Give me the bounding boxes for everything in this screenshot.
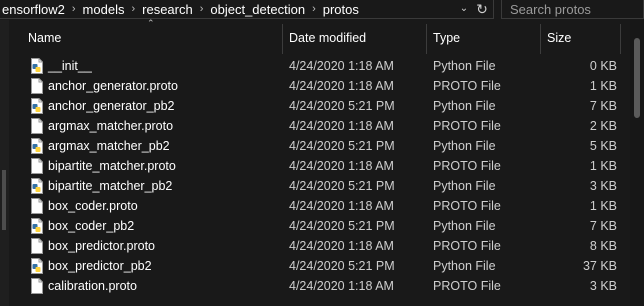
- python-file-icon: [31, 178, 43, 194]
- chevron-down-icon[interactable]: ⌄: [458, 3, 470, 15]
- column-header-date-modified[interactable]: Date modified: [282, 20, 427, 55]
- file-date-modified: 4/24/2020 1:18 AM: [289, 239, 394, 253]
- file-name: calibration.proto: [48, 279, 137, 293]
- proto-file-icon: [31, 78, 43, 94]
- file-type: Python File: [433, 139, 496, 153]
- file-list: __init__ 4/24/2020 1:18 AM Python File 0 KB…: [14, 56, 644, 306]
- column-header-type[interactable]: Type: [426, 20, 541, 55]
- file-size: 7 KB: [589, 99, 617, 113]
- file-type: PROTO File: [433, 279, 501, 293]
- file-name: box_predictor.proto: [48, 239, 156, 253]
- file-type: Python File: [433, 259, 496, 273]
- breadcrumb-research[interactable]: research: [140, 2, 195, 17]
- file-date-modified: 4/24/2020 1:18 AM: [289, 79, 394, 93]
- file-date-modified: 4/24/2020 1:18 AM: [289, 59, 394, 73]
- navigation-pane-scroll-thumb[interactable]: [2, 170, 6, 230]
- breadcrumb-object-detection[interactable]: object_detection: [208, 2, 307, 17]
- file-row[interactable]: box_coder_pb2 4/24/2020 5:21 PM Python Fil…: [14, 216, 644, 236]
- file-name: argmax_matcher.proto: [48, 119, 174, 133]
- file-size: 7 KB: [589, 219, 617, 233]
- file-type: PROTO File: [433, 119, 501, 133]
- column-header-row: ⌃ Name Date modified Type Size: [14, 18, 644, 55]
- file-size: 1 KB: [589, 199, 617, 213]
- file-size: 2 KB: [589, 119, 617, 133]
- column-divider[interactable]: [620, 24, 621, 54]
- proto-file-icon: [31, 118, 43, 134]
- file-size: 0 KB: [589, 59, 617, 73]
- file-size: 37 KB: [582, 259, 617, 273]
- file-date-modified: 4/24/2020 1:18 AM: [289, 119, 394, 133]
- file-type: PROTO File: [433, 199, 501, 213]
- proto-file-icon: [31, 278, 43, 294]
- python-file-icon: [31, 138, 43, 154]
- navigation-pane-scrollbar[interactable]: [0, 20, 9, 306]
- breadcrumb-separator-icon[interactable]: ›: [126, 3, 140, 15]
- breadcrumb-protos[interactable]: protos: [321, 2, 361, 17]
- file-size: 3 KB: [589, 179, 617, 193]
- file-name: argmax_matcher_pb2: [48, 139, 170, 153]
- file-row[interactable]: anchor_generator.proto 4/24/2020 1:18 AM P…: [14, 76, 644, 96]
- proto-file-icon: [31, 198, 43, 214]
- file-size: 1 KB: [589, 79, 617, 93]
- file-row[interactable]: box_coder.proto 4/24/2020 1:18 AM PROTO Fi…: [14, 196, 644, 216]
- file-explorer-window: ensorflow2 › models › research › object_…: [0, 0, 644, 306]
- file-date-modified: 4/24/2020 1:18 AM: [289, 159, 394, 173]
- file-row[interactable]: box_predictor_pb2 4/24/2020 5:21 PM Python…: [14, 256, 644, 276]
- file-type: PROTO File: [433, 159, 501, 173]
- file-size: 1 KB: [589, 159, 617, 173]
- file-date-modified: 4/24/2020 5:21 PM: [289, 259, 395, 273]
- file-name: bipartite_matcher_pb2: [48, 179, 173, 193]
- file-name: box_coder.proto: [48, 199, 138, 213]
- file-name: box_coder_pb2: [48, 219, 135, 233]
- file-name: box_predictor_pb2: [48, 259, 152, 273]
- column-header-size[interactable]: Size: [540, 20, 620, 55]
- python-file-icon: [31, 258, 43, 274]
- file-type: Python File: [433, 179, 496, 193]
- vertical-scrollbar[interactable]: [630, 20, 644, 306]
- file-row[interactable]: bipartite_matcher.proto 4/24/2020 1:18 AM…: [14, 156, 644, 176]
- breadcrumb-tensorflow2[interactable]: ensorflow2: [0, 2, 67, 17]
- file-row[interactable]: __init__ 4/24/2020 1:18 AM Python File 0 KB: [14, 56, 644, 76]
- search-box[interactable]: [501, 0, 644, 19]
- file-row[interactable]: argmax_matcher.proto 4/24/2020 1:18 AM PRO…: [14, 116, 644, 136]
- file-name: __init__: [48, 59, 92, 73]
- file-row[interactable]: box_predictor.proto 4/24/2020 1:18 AM PROT…: [14, 236, 644, 256]
- proto-file-icon: [31, 158, 43, 174]
- file-row[interactable]: argmax_matcher_pb2 4/24/2020 5:21 PM Pytho…: [14, 136, 644, 156]
- refresh-icon[interactable]: ↻: [474, 1, 490, 17]
- file-row[interactable]: anchor_generator_pb2 4/24/2020 5:21 PM Pyt…: [14, 96, 644, 116]
- breadcrumb-separator-icon[interactable]: ›: [67, 3, 81, 15]
- breadcrumb-separator-icon[interactable]: ›: [307, 3, 321, 15]
- file-type: PROTO File: [433, 239, 501, 253]
- file-name: bipartite_matcher.proto: [48, 159, 176, 173]
- file-size: 5 KB: [589, 139, 617, 153]
- python-file-icon: [31, 98, 43, 114]
- file-type: PROTO File: [433, 79, 501, 93]
- proto-file-icon: [31, 238, 43, 254]
- column-header-name[interactable]: Name: [21, 20, 281, 55]
- python-file-icon: [31, 218, 43, 234]
- address-bar[interactable]: ensorflow2 › models › research › object_…: [0, 0, 494, 19]
- file-type: Python File: [433, 99, 496, 113]
- file-type: Python File: [433, 219, 496, 233]
- file-date-modified: 4/24/2020 1:18 AM: [289, 199, 394, 213]
- file-date-modified: 4/24/2020 5:21 PM: [289, 99, 395, 113]
- file-row[interactable]: calibration.proto 4/24/2020 1:18 AM PROTO …: [14, 276, 644, 296]
- file-date-modified: 4/24/2020 5:21 PM: [289, 219, 395, 233]
- vertical-scroll-thumb[interactable]: [634, 38, 640, 118]
- file-size: 3 KB: [589, 279, 617, 293]
- file-date-modified: 4/24/2020 5:21 PM: [289, 179, 395, 193]
- file-name: anchor_generator.proto: [48, 79, 178, 93]
- file-type: Python File: [433, 59, 496, 73]
- file-row[interactable]: bipartite_matcher_pb2 4/24/2020 5:21 PM Py…: [14, 176, 644, 196]
- file-date-modified: 4/24/2020 1:18 AM: [289, 279, 394, 293]
- file-date-modified: 4/24/2020 5:21 PM: [289, 139, 395, 153]
- file-name: anchor_generator_pb2: [48, 99, 175, 113]
- file-size: 8 KB: [589, 239, 617, 253]
- python-file-icon: [31, 58, 43, 74]
- search-input[interactable]: [510, 1, 640, 17]
- address-toolbar: ensorflow2 › models › research › object_…: [0, 0, 644, 20]
- breadcrumb-models[interactable]: models: [81, 2, 127, 17]
- breadcrumb-separator-icon[interactable]: ›: [195, 3, 209, 15]
